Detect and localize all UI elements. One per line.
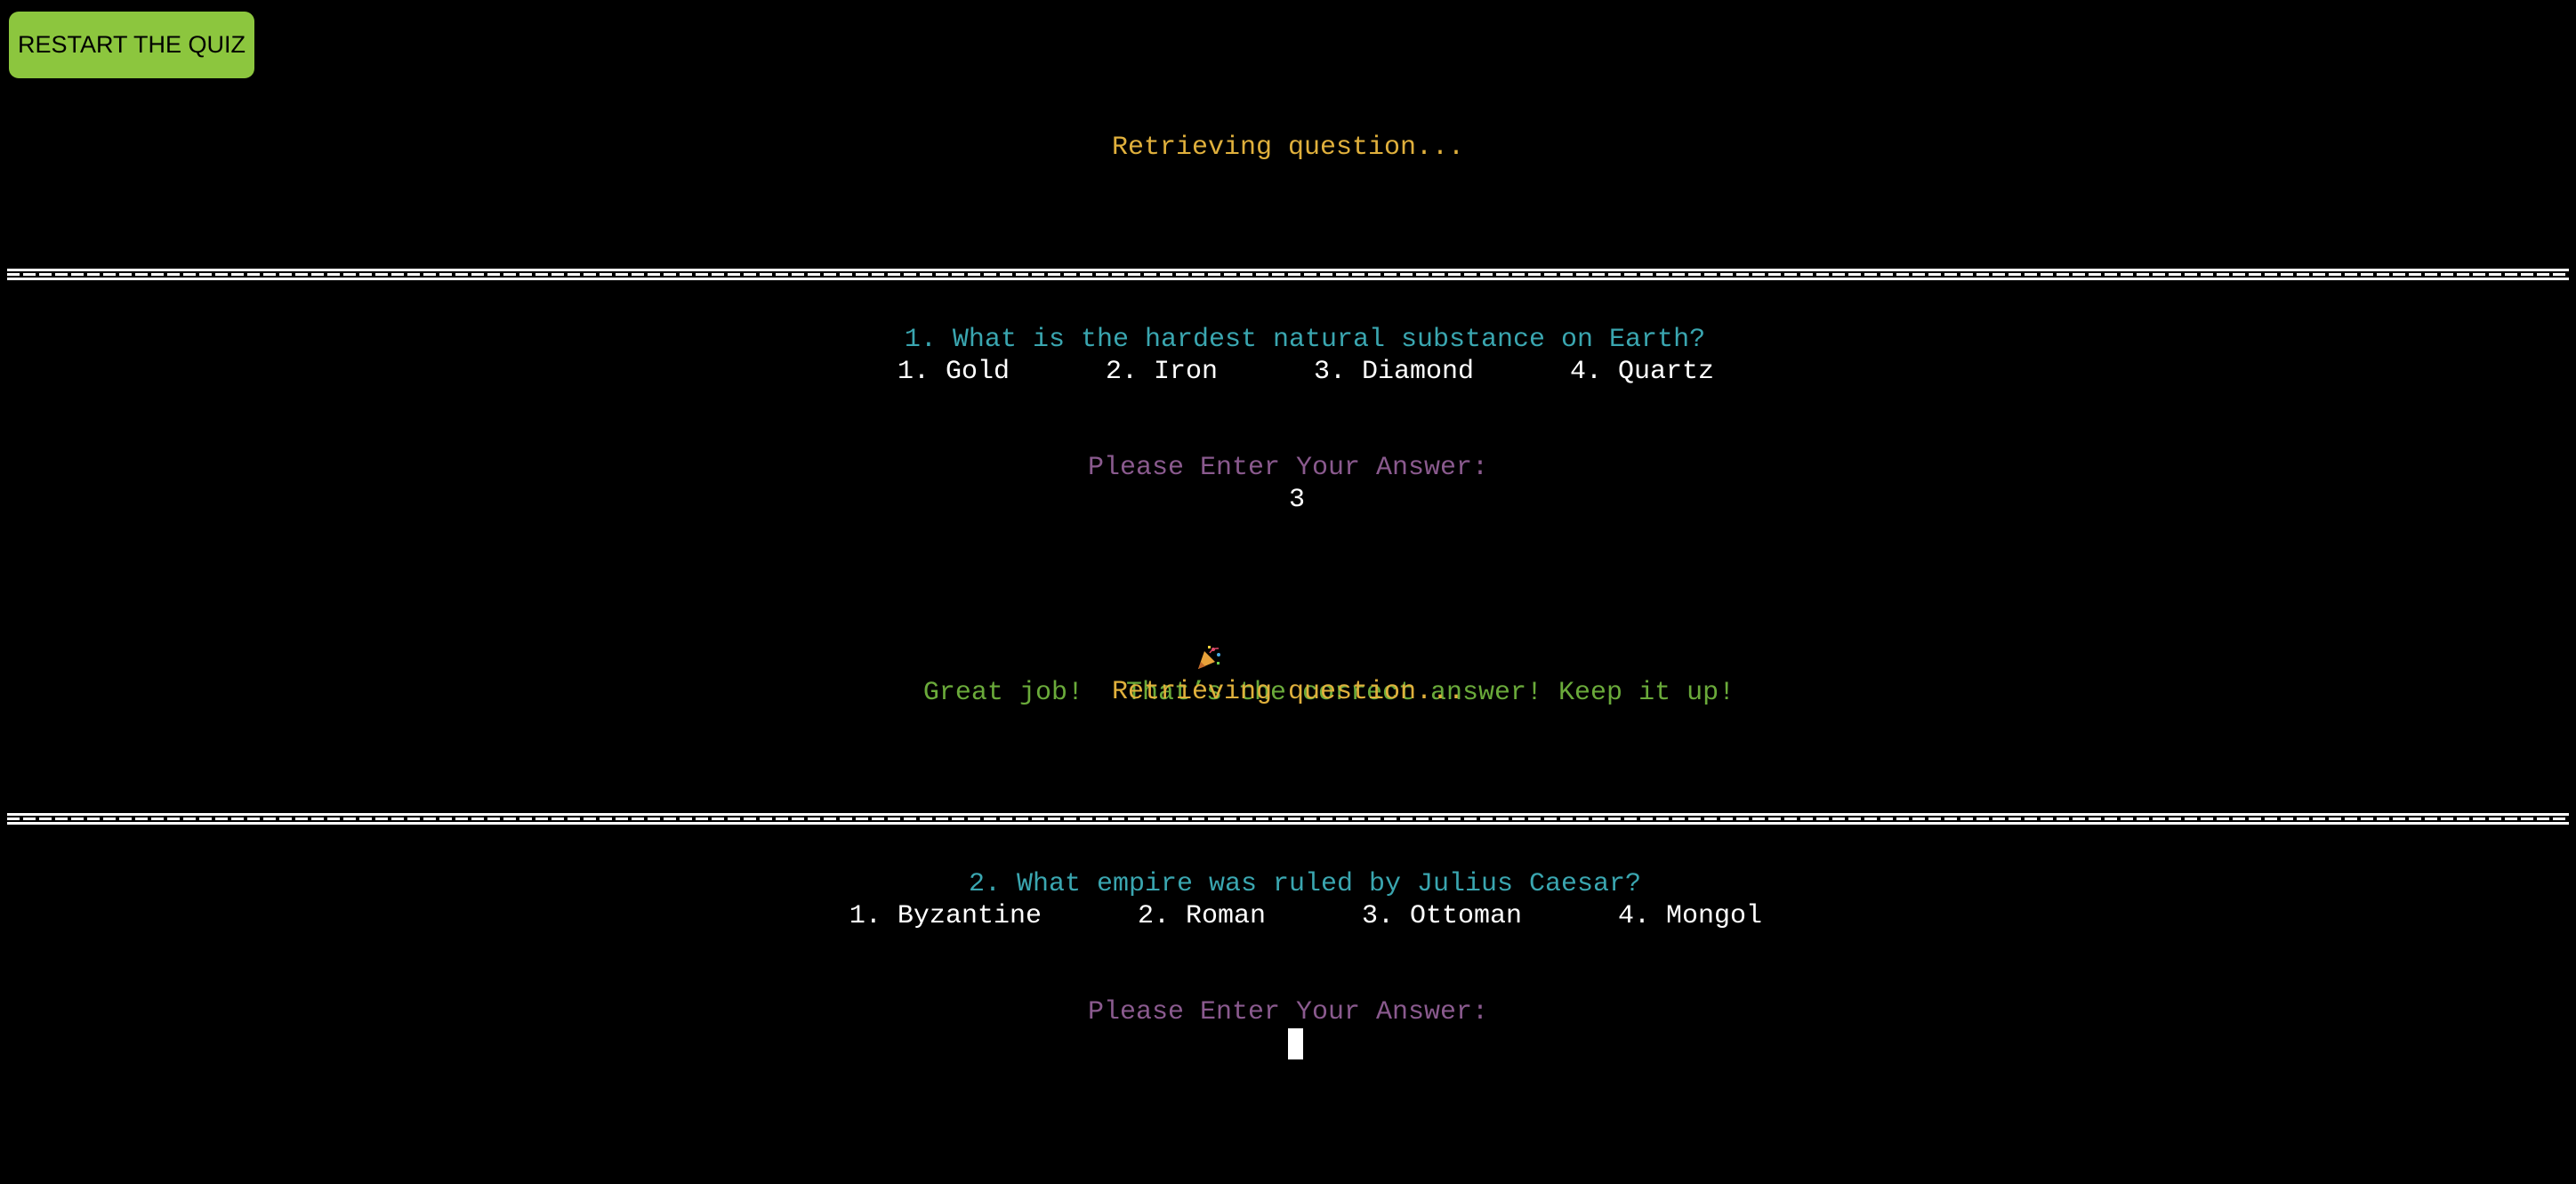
option-item: 3. Diamond bbox=[1314, 357, 1475, 387]
party-popper-icon bbox=[1099, 612, 1220, 669]
divider-line bbox=[7, 813, 2569, 825]
option-item: 1. Byzantine bbox=[849, 901, 1042, 931]
answer-options: 1. Byzantine 2. Roman 3. Ottoman 4. Mong… bbox=[0, 900, 2576, 932]
status-text: Retrieving question... bbox=[1111, 133, 1465, 163]
option-item: 3. Ottoman bbox=[1362, 901, 1523, 931]
question-text: 2. What empire was ruled by Julius Caesa… bbox=[968, 869, 1642, 899]
question-text: 1. What is the hardest natural substance… bbox=[904, 325, 1706, 355]
option-item: 2. Roman bbox=[1137, 901, 1266, 931]
answer-prompt: Please Enter Your Answer: bbox=[1087, 453, 1489, 483]
feedback-message: Great job! That’s the correct answer! Ke… bbox=[0, 580, 2576, 741]
option-item: 4. Mongol bbox=[1618, 901, 1763, 931]
option-item: 4. Quartz bbox=[1570, 357, 1715, 387]
status-text: Retrieving question... bbox=[1111, 677, 1465, 707]
divider-line bbox=[7, 269, 2569, 280]
answer-prompt: Please Enter Your Answer: bbox=[1087, 997, 1489, 1027]
option-item: 2. Iron bbox=[1105, 357, 1218, 387]
text-cursor[interactable] bbox=[1288, 1028, 1303, 1059]
entered-answer: 3 bbox=[1288, 485, 1305, 515]
option-item: 1. Gold bbox=[897, 357, 1010, 387]
answer-options: 1. Gold 2. Iron 3. Diamond 4. Quartz bbox=[0, 356, 2576, 388]
terminal-output[interactable]: Retrieving question... 1. What is the ha… bbox=[0, 0, 2576, 1184]
